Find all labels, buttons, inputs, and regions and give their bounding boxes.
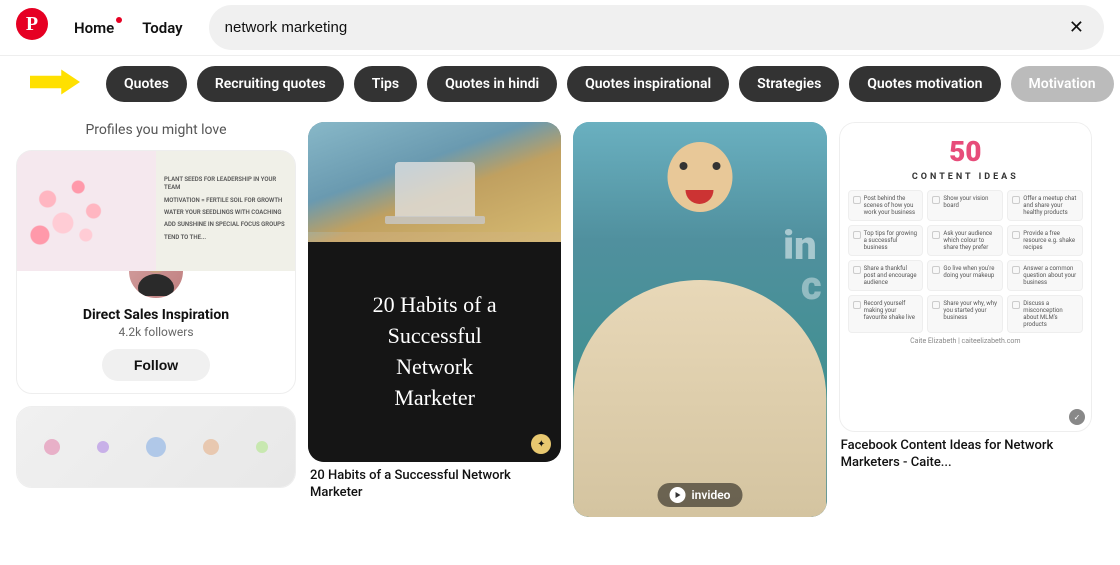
content-cell-5: Ask your audience which colour to share …: [927, 225, 1003, 256]
pin-habits-title: 20 Habits of aSuccessfulNetworkMarketer: [373, 290, 497, 413]
content-cell-10: Record yourself making your favourite sh…: [848, 295, 924, 333]
profiles-sidebar: Profiles you might love PLANT SEEDS FOR …: [16, 112, 296, 565]
search-close-button[interactable]: ✕: [1065, 13, 1088, 42]
pin-habits-card[interactable]: 20 Habits of aSuccessfulNetworkMarketer …: [308, 122, 561, 508]
laptop-image: [308, 122, 561, 242]
header: P Home Today ✕: [0, 0, 1120, 56]
content-cell-3: Offer a meetup chat and share your healt…: [1007, 190, 1083, 221]
profile-name: Direct Sales Inspiration: [83, 307, 229, 323]
person-visual: in c: [573, 122, 826, 517]
invideo-badge: invideo: [658, 483, 743, 507]
play-triangle: [676, 492, 681, 498]
pin-habits-text-overlay: 20 Habits of aSuccessfulNetworkMarketer: [308, 242, 561, 462]
decorative-circle-2: [97, 441, 109, 453]
pin-content-visual: 50 CONTENT IDEAS Post behind the scenes …: [839, 122, 1092, 432]
nav-links: Home Today: [64, 13, 193, 43]
content-cell-7: Share a thankful post and encourage audi…: [848, 260, 924, 291]
filter-chips-row: Quotes Recruiting quotes Tips Quotes in …: [0, 56, 1120, 112]
decorative-circle-4: [203, 439, 219, 455]
profile-banner: PLANT SEEDS FOR LEADERSHIP IN YOUR TEAM …: [17, 151, 295, 271]
pin-content-subtitle: CONTENT IDEAS: [840, 172, 1091, 182]
content-cell-4: Top tips for growing a successful busine…: [848, 225, 924, 256]
pin-content-grid: Post behind the scenes of how you work y…: [840, 190, 1091, 333]
search-bar: ✕: [209, 5, 1104, 50]
arrow-indicator: [30, 64, 80, 104]
banner-flowers: [17, 151, 170, 271]
pin-column-1: 20 Habits of aSuccessfulNetworkMarketer …: [308, 122, 561, 555]
second-profile-banner: [17, 407, 295, 487]
pin-content-number: 50: [840, 123, 1091, 172]
pin-content-label: Facebook Content Ideas for Network Marke…: [839, 432, 1092, 478]
content-cell-12: Discuss a misconception about MLM's prod…: [1007, 295, 1083, 333]
pin-habits-label: 20 Habits of a Successful Network Market…: [308, 462, 561, 508]
pin-column-2: in c invideo: [573, 122, 826, 555]
filter-chip-quotes-motivation[interactable]: Quotes motivation: [849, 66, 1000, 102]
filter-chip-quotes-hindi[interactable]: Quotes in hindi: [427, 66, 557, 102]
content-cell-8: Go live when you're doing your makeup: [927, 260, 1003, 291]
pin-video-card[interactable]: in c invideo: [573, 122, 826, 517]
play-icon: [670, 487, 686, 503]
decorative-circle-5: [256, 441, 268, 453]
profile-card: PLANT SEEDS FOR LEADERSHIP IN YOUR TEAM …: [16, 150, 296, 394]
home-nav[interactable]: Home: [64, 13, 124, 43]
decorative-circle-1: [44, 439, 60, 455]
profiles-section-title: Profiles you might love: [16, 122, 296, 138]
pin-habits-image: [308, 122, 561, 242]
content-cell-11: Share your why, why you started your bus…: [927, 295, 1003, 333]
content-cell-1: Post behind the scenes of how you work y…: [848, 190, 924, 221]
content-cell-2: Show your vision board: [927, 190, 1003, 221]
today-nav[interactable]: Today: [132, 13, 192, 43]
filter-chip-motivation[interactable]: Motivation: [1011, 66, 1114, 102]
filter-chip-tips[interactable]: Tips: [354, 66, 417, 102]
follow-button[interactable]: Follow: [102, 349, 210, 381]
content-area: Profiles you might love PLANT SEEDS FOR …: [0, 112, 1120, 565]
content-cell-6: Provide a free resource e.g. shake recip…: [1007, 225, 1083, 256]
search-input[interactable]: [225, 19, 1057, 36]
home-dot: [116, 17, 122, 23]
decorative-circle-3: [146, 437, 166, 457]
invideo-label: invideo: [692, 488, 731, 502]
second-profile-card: [16, 406, 296, 488]
svg-text:P: P: [26, 13, 38, 35]
filter-chip-quotes[interactable]: Quotes: [106, 66, 187, 102]
pin-habits-visual: 20 Habits of aSuccessfulNetworkMarketer …: [308, 122, 561, 462]
filter-chip-quotes-inspirational[interactable]: Quotes inspirational: [567, 66, 729, 102]
pin-content-card[interactable]: 50 CONTENT IDEAS Post behind the scenes …: [839, 122, 1092, 478]
pin-video-visual: in c invideo: [573, 122, 826, 517]
filter-chip-strategies[interactable]: Strategies: [739, 66, 839, 102]
pin-column-3: 50 CONTENT IDEAS Post behind the scenes …: [839, 122, 1092, 555]
pinterest-logo[interactable]: P: [16, 8, 48, 47]
pin-content-footer: Caite Elizabeth | caiteelizabeth.com: [840, 333, 1091, 349]
content-cell-9: Answer a common question about your busi…: [1007, 260, 1083, 291]
filter-chip-recruiting[interactable]: Recruiting quotes: [197, 66, 344, 102]
pins-grid: 20 Habits of aSuccessfulNetworkMarketer …: [296, 112, 1104, 565]
banner-text-overlay: PLANT SEEDS FOR LEADERSHIP IN YOUR TEAM …: [156, 151, 295, 271]
profile-followers: 4.2k followers: [118, 325, 193, 339]
pin-content-badge: ✓: [1069, 409, 1085, 425]
